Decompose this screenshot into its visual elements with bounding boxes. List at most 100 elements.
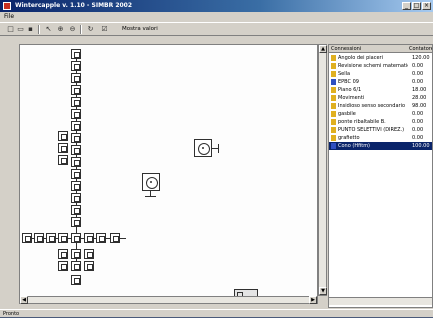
open-folder-icon[interactable]: ▭ [16,25,25,34]
connection-value: 0.00 [412,111,424,117]
list-item[interactable]: Sella 0.00 [329,70,432,78]
zoom-out-icon[interactable]: ⊖ [68,25,77,34]
component-block[interactable] [71,261,81,271]
minimize-button[interactable]: _ [402,2,411,10]
component-block[interactable] [71,121,81,131]
maximize-button[interactable]: □ [412,2,421,10]
list-item[interactable]: Insidioso senso secondario 98.00 [329,102,432,110]
component-block[interactable] [46,233,56,243]
component-block[interactable] [71,275,81,285]
connection-value: 0.00 [412,71,424,77]
connection-line [218,144,219,153]
component-block[interactable] [71,61,81,71]
canvas-horizontal-scrollbar[interactable]: ◀ ▶ [19,296,318,304]
component-block[interactable] [84,249,94,259]
column-header-value[interactable]: Contatore [409,45,432,53]
connection-value: 120.00 [412,55,430,61]
scroll-left-icon[interactable]: ◀ [20,296,28,304]
connection-name: Piano 6/1 [338,87,362,93]
title-bar[interactable]: Wintercapple v. 1.10 - SIMBR 2002 _ □ × [0,0,433,12]
new-file-icon[interactable]: □ [6,25,15,34]
toolbar-separator [38,25,40,34]
component-block[interactable] [58,233,68,243]
connection-value: 0.00 [412,119,424,125]
save-icon[interactable]: ▪ [26,25,35,34]
component-block[interactable] [58,261,68,271]
list-item[interactable]: PUNTO SELETTIVI (DIREZ.) 0.00 [329,126,432,134]
component-block[interactable] [110,233,120,243]
menu-bar: File [0,12,433,21]
refresh-icon[interactable]: ↻ [86,25,95,34]
pump-symbol[interactable] [142,173,160,191]
component-block[interactable] [71,233,81,243]
connection-name: PUNTO SELETTIVI (DIREZ.) [338,127,405,133]
component-block[interactable] [71,217,81,227]
connection-name: Cono (Hfitm) [338,143,371,149]
connection-value: 18.00 [412,87,427,93]
list-item[interactable]: Angolo dei piaceri 120.00 [329,54,432,62]
connection-name: Movimenti [338,95,365,101]
component-block[interactable] [71,73,81,83]
panel-header: Connessioni Contatore [329,45,432,53]
component-block[interactable] [84,261,94,271]
component-block[interactable] [71,49,81,59]
component-block[interactable] [34,233,44,243]
component-block[interactable] [71,97,81,107]
component-block[interactable] [71,181,81,191]
component-block[interactable] [71,109,81,119]
component-block[interactable] [71,145,81,155]
show-values-label: Mostra valori [122,26,158,32]
canvas-vertical-scrollbar[interactable]: ▲ ▼ [318,44,327,296]
component-block[interactable] [84,233,94,243]
scroll-down-icon[interactable]: ▼ [319,287,327,295]
list-item[interactable]: EPBC 09 0.00 [329,78,432,86]
component-block[interactable] [71,249,81,259]
component-block[interactable] [58,155,68,165]
connection-value: 0.00 [412,63,424,69]
component-block[interactable] [71,169,81,179]
connection-name: grafietto [338,135,360,141]
pump-symbol[interactable] [194,139,212,157]
list-item[interactable]: Cono (Hfitm) 100.00 [329,142,432,150]
component-block[interactable] [58,131,68,141]
component-block[interactable] [71,157,81,167]
list-item[interactable]: ponte ribaltabile B. 0.00 [329,118,432,126]
component-block[interactable] [58,249,68,259]
component-block[interactable] [71,205,81,215]
scroll-right-icon[interactable]: ▶ [309,296,317,304]
connection-icon [331,103,336,109]
app-icon[interactable] [3,2,11,10]
connection-value: 28.00 [412,95,427,101]
connection-value: 0.00 [412,79,424,85]
connection-name: Sella [338,71,351,77]
connection-name: Angolo dei piaceri [338,55,383,61]
list-item[interactable]: Movimenti 28.00 [329,94,432,102]
menu-file[interactable]: File [4,12,14,21]
connection-name: gasbile [338,111,356,117]
panel-horizontal-scrollbar[interactable] [329,297,432,305]
application-window: Wintercapple v. 1.10 - SIMBR 2002 _ □ × … [0,0,433,317]
component-block[interactable] [96,233,106,243]
component-block[interactable] [22,233,32,243]
connection-icon [331,71,336,77]
component-block[interactable] [71,85,81,95]
connection-value: 100.00 [412,143,430,149]
connection-icon [331,79,336,85]
diagram-canvas[interactable] [19,44,318,304]
list-item[interactable]: Revisione schemi matematici 0.00 [329,62,432,70]
zoom-in-icon[interactable]: ⊕ [56,25,65,34]
scroll-up-icon[interactable]: ▲ [319,45,327,53]
list-item[interactable]: gasbile 0.00 [329,110,432,118]
close-button[interactable]: × [422,2,431,10]
show-values-checkbox[interactable]: ☑ [100,25,109,34]
component-block[interactable] [58,143,68,153]
connection-name: Revisione schemi matematici [338,63,408,69]
component-block[interactable] [71,133,81,143]
list-item[interactable]: Piano 6/1 18.00 [329,86,432,94]
connection-icon [331,95,336,101]
connection-value: 0.00 [412,127,424,133]
component-block[interactable] [71,193,81,203]
pointer-icon[interactable]: ↖ [44,25,53,34]
column-header-name[interactable]: Connessioni [331,45,361,53]
list-item[interactable]: grafietto 0.00 [329,134,432,142]
